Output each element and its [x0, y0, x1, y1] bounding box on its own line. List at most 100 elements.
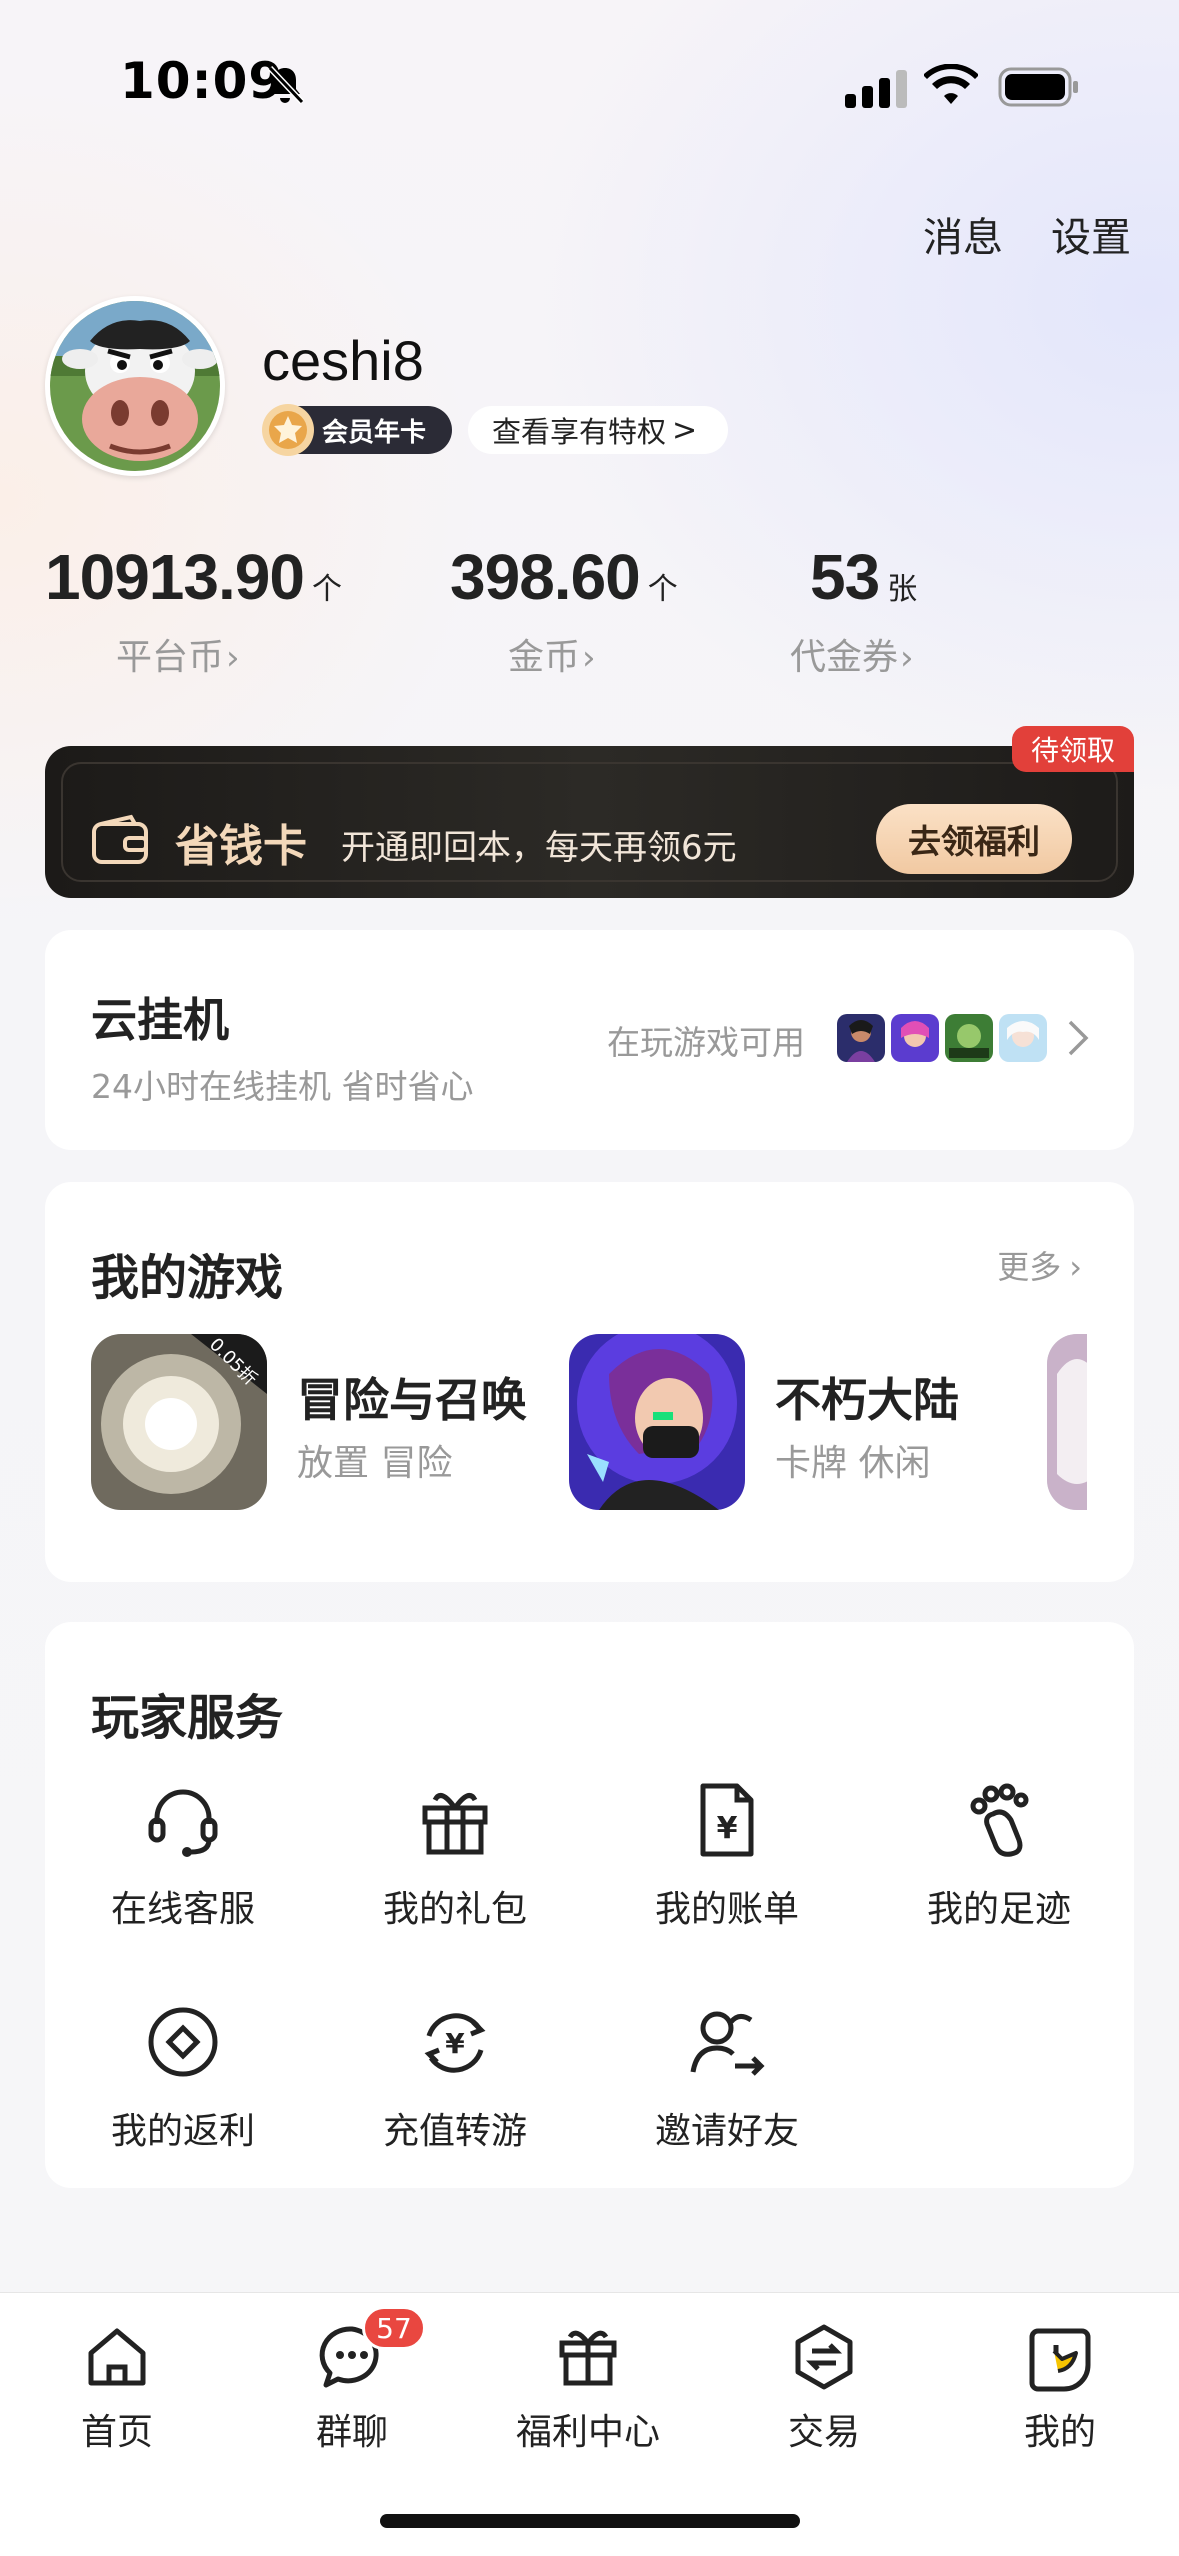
stat-value: 53: [810, 541, 880, 613]
game-item-adventure[interactable]: 0.05折 冒险与召唤 放置 冒险: [91, 1334, 531, 1510]
stat-label-gold-coin[interactable]: 金币›: [508, 628, 596, 680]
game-name: 不朽大陆: [775, 1373, 959, 1427]
game-thumbnail-icon: [945, 1014, 993, 1062]
tab-label: 首页: [80, 2412, 153, 2453]
service-my-rebate[interactable]: 我的返利: [63, 2000, 303, 2154]
cellular-signal-icon: [845, 70, 907, 108]
view-perks-link[interactable]: 查看享有特权 >: [468, 406, 728, 454]
tab-label: 交易: [787, 2412, 860, 2453]
chevron-right-icon: ›: [582, 638, 596, 678]
status-bar: 10:09: [0, 0, 1179, 150]
bell-off-icon: [267, 65, 305, 105]
username: ceshi8: [262, 329, 424, 392]
invite-friend-icon: [690, 2011, 765, 2076]
cloud-hosting-availability: 在玩游戏可用: [607, 1023, 805, 1062]
svg-text:¥: ¥: [445, 2027, 465, 2060]
tab-trade[interactable]: 交易: [724, 2321, 924, 2455]
home-indicator: [380, 2514, 800, 2528]
status-time: 10:09: [120, 52, 285, 110]
chevron-right-icon: ›: [1069, 1248, 1082, 1286]
service-label: 充值转游: [382, 2111, 527, 2152]
messages-link[interactable]: 消息: [923, 205, 1003, 263]
stat-label-platform-coin[interactable]: 平台币›: [116, 628, 240, 680]
settings-link[interactable]: 设置: [1051, 205, 1131, 263]
avatar[interactable]: [45, 296, 225, 476]
pending-claim-tag: 待领取: [1012, 726, 1134, 772]
stat-unit: 个: [311, 572, 342, 607]
stat-label-text: 代金券: [790, 637, 899, 678]
money-saving-card[interactable]: 省钱卡 开通即回本，每天再领6元 去领福利: [45, 746, 1134, 898]
chevron-right-icon: ›: [900, 638, 914, 678]
stat-gold-coin[interactable]: 398.60 个: [450, 540, 678, 614]
recharge-transfer-icon: ¥: [424, 2013, 486, 2073]
service-label: 我的返利: [110, 2111, 255, 2152]
player-services-title: 玩家服务: [91, 1690, 284, 1746]
game-thumbnail-icon: [999, 1014, 1047, 1062]
tab-label: 我的: [1023, 2412, 1096, 2453]
view-perks-label: 查看享有特权: [492, 415, 667, 449]
footprint-icon: [970, 1783, 1029, 1857]
headset-icon: [148, 1789, 218, 1857]
my-games-title: 我的游戏: [91, 1250, 284, 1306]
tab-group-chat[interactable]: 群聊: [252, 2321, 452, 2455]
service-label: 在线客服: [110, 1889, 255, 1930]
player-services-card: 玩家服务 在线客服 我的礼包 ¥ 我的账单 我的足迹 我的返利 ¥ 充值转游 邀…: [45, 1622, 1134, 2188]
playing-games-icons: [837, 1014, 1047, 1062]
tab-label: 群聊: [315, 2412, 388, 2453]
game-icon: 0.05折: [91, 1334, 267, 1510]
service-label: 我的账单: [654, 1889, 799, 1930]
stat-label-text: 平台币: [116, 637, 225, 678]
vip-badge[interactable]: 会员年卡: [262, 404, 452, 456]
stat-label-voucher[interactable]: 代金券›: [790, 628, 914, 680]
cloud-hosting-subtitle: 24小时在线挂机 省时省心: [91, 1067, 474, 1106]
service-my-bill[interactable]: ¥ 我的账单: [607, 1778, 847, 1932]
cow-avatar-image: [50, 301, 220, 471]
my-games-card: 我的游戏 更多 › 0.05折 冒险与召唤 放置 冒险 不朽大陆 卡牌 休闲: [45, 1182, 1134, 1582]
gift-icon: [422, 1793, 488, 1855]
service-invite-friend[interactable]: 邀请好友: [607, 2000, 847, 2154]
stat-label-text: 金币: [508, 637, 581, 678]
money-card-title: 省钱卡: [175, 821, 307, 872]
tab-mine[interactable]: 我的: [960, 2321, 1160, 2455]
service-my-gifts[interactable]: 我的礼包: [335, 1778, 575, 1932]
chevron-right-icon: [1068, 1020, 1089, 1056]
service-label: 我的足迹: [926, 1889, 1071, 1930]
game-item-immortal-land[interactable]: 不朽大陆 卡牌 休闲: [569, 1334, 1009, 1510]
chat-unread-badge: 57: [362, 2306, 426, 2350]
bill-icon: ¥: [700, 1783, 754, 1857]
game-thumbnail-icon: [837, 1014, 885, 1062]
game-tags: 卡牌 休闲: [775, 1443, 931, 1484]
cloud-hosting-card[interactable]: 云挂机 24小时在线挂机 省时省心 在玩游戏可用: [45, 930, 1134, 1150]
chevron-right-icon: ›: [226, 638, 240, 678]
tab-welfare-center[interactable]: 福利中心: [488, 2321, 688, 2455]
service-recharge-transfer[interactable]: ¥ 充值转游: [335, 2000, 575, 2154]
game-item-partial[interactable]: [1047, 1334, 1087, 1510]
game-thumbnail-icon: [891, 1014, 939, 1062]
stat-voucher[interactable]: 53 张: [810, 540, 917, 614]
tab-home[interactable]: 首页: [17, 2321, 217, 2455]
game-tags: 放置 冒险: [297, 1443, 453, 1484]
money-card-inner: 省钱卡 开通即回本，每天再领6元 去领福利: [61, 762, 1118, 882]
header-links: 消息 设置: [923, 205, 1131, 263]
chevron-right-icon: >: [672, 412, 698, 448]
vip-medal-icon: [262, 404, 314, 456]
service-online-support[interactable]: 在线客服: [63, 1778, 303, 1932]
tab-label: 福利中心: [515, 2412, 660, 2453]
more-games-link[interactable]: 更多 ›: [997, 1242, 1082, 1288]
service-label: 邀请好友: [654, 2111, 799, 2152]
rebate-icon: [148, 2007, 218, 2077]
svg-text:¥: ¥: [717, 1811, 738, 1846]
claim-benefit-button[interactable]: 去领福利: [876, 804, 1072, 874]
service-my-footprint[interactable]: 我的足迹: [879, 1778, 1119, 1932]
welfare-icon: [559, 2330, 617, 2386]
trade-icon: [795, 2324, 853, 2390]
service-label: 我的礼包: [382, 1889, 527, 1930]
wifi-icon: [924, 64, 978, 104]
stat-value: 10913.90: [45, 541, 305, 613]
game-name: 冒险与召唤: [297, 1373, 527, 1427]
more-label: 更多: [997, 1248, 1062, 1286]
stat-platform-coin[interactable]: 10913.90 个: [45, 540, 342, 614]
vip-badge-label: 会员年卡: [322, 417, 427, 448]
game-icon: [1047, 1334, 1087, 1510]
battery-icon: [998, 67, 1078, 107]
